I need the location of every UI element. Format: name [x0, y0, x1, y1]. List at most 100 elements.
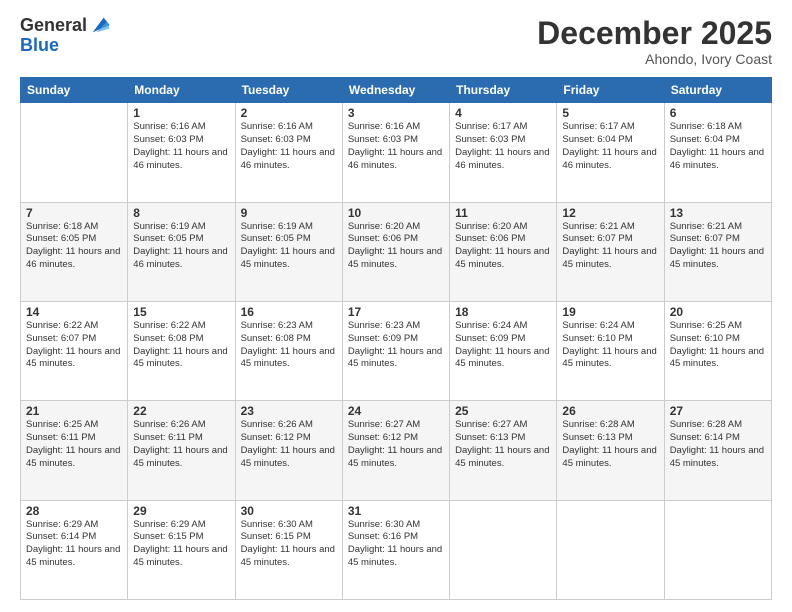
calendar-cell: 28Sunrise: 6:29 AM Sunset: 6:14 PM Dayli… — [21, 500, 128, 599]
day-info: Sunrise: 6:20 AM Sunset: 6:06 PM Dayligh… — [455, 221, 551, 272]
calendar-cell: 9Sunrise: 6:19 AM Sunset: 6:05 PM Daylig… — [235, 202, 342, 301]
day-number: 23 — [241, 404, 337, 418]
calendar-cell: 23Sunrise: 6:26 AM Sunset: 6:12 PM Dayli… — [235, 401, 342, 500]
logo-general: General — [20, 16, 87, 36]
calendar-cell — [450, 500, 557, 599]
calendar-header-cell: Saturday — [664, 78, 771, 103]
calendar-cell: 13Sunrise: 6:21 AM Sunset: 6:07 PM Dayli… — [664, 202, 771, 301]
calendar-header-cell: Monday — [128, 78, 235, 103]
calendar-cell: 24Sunrise: 6:27 AM Sunset: 6:12 PM Dayli… — [342, 401, 449, 500]
calendar-cell: 2Sunrise: 6:16 AM Sunset: 6:03 PM Daylig… — [235, 103, 342, 202]
day-number: 29 — [133, 504, 229, 518]
calendar-header-cell: Tuesday — [235, 78, 342, 103]
logo: General Blue — [20, 16, 111, 56]
calendar-cell: 11Sunrise: 6:20 AM Sunset: 6:06 PM Dayli… — [450, 202, 557, 301]
day-number: 18 — [455, 305, 551, 319]
day-number: 26 — [562, 404, 658, 418]
calendar-cell: 3Sunrise: 6:16 AM Sunset: 6:03 PM Daylig… — [342, 103, 449, 202]
location-subtitle: Ahondo, Ivory Coast — [537, 51, 772, 67]
day-number: 12 — [562, 206, 658, 220]
day-number: 7 — [26, 206, 122, 220]
day-info: Sunrise: 6:22 AM Sunset: 6:07 PM Dayligh… — [26, 320, 122, 371]
calendar-cell: 6Sunrise: 6:18 AM Sunset: 6:04 PM Daylig… — [664, 103, 771, 202]
calendar-header-cell: Thursday — [450, 78, 557, 103]
day-info: Sunrise: 6:16 AM Sunset: 6:03 PM Dayligh… — [133, 121, 229, 172]
day-info: Sunrise: 6:17 AM Sunset: 6:03 PM Dayligh… — [455, 121, 551, 172]
day-number: 30 — [241, 504, 337, 518]
day-info: Sunrise: 6:21 AM Sunset: 6:07 PM Dayligh… — [670, 221, 766, 272]
logo-text: General Blue — [20, 16, 87, 56]
day-number: 10 — [348, 206, 444, 220]
calendar-cell: 12Sunrise: 6:21 AM Sunset: 6:07 PM Dayli… — [557, 202, 664, 301]
day-number: 2 — [241, 106, 337, 120]
day-info: Sunrise: 6:23 AM Sunset: 6:09 PM Dayligh… — [348, 320, 444, 371]
calendar-week-row: 21Sunrise: 6:25 AM Sunset: 6:11 PM Dayli… — [21, 401, 772, 500]
calendar-header-cell: Wednesday — [342, 78, 449, 103]
calendar-week-row: 14Sunrise: 6:22 AM Sunset: 6:07 PM Dayli… — [21, 301, 772, 400]
day-number: 19 — [562, 305, 658, 319]
day-info: Sunrise: 6:19 AM Sunset: 6:05 PM Dayligh… — [133, 221, 229, 272]
day-info: Sunrise: 6:21 AM Sunset: 6:07 PM Dayligh… — [562, 221, 658, 272]
day-number: 27 — [670, 404, 766, 418]
calendar-header-cell: Friday — [557, 78, 664, 103]
day-info: Sunrise: 6:17 AM Sunset: 6:04 PM Dayligh… — [562, 121, 658, 172]
day-info: Sunrise: 6:30 AM Sunset: 6:16 PM Dayligh… — [348, 519, 444, 570]
day-number: 6 — [670, 106, 766, 120]
calendar-cell: 16Sunrise: 6:23 AM Sunset: 6:08 PM Dayli… — [235, 301, 342, 400]
header: General Blue December 2025 Ahondo, Ivory… — [20, 16, 772, 67]
day-number: 20 — [670, 305, 766, 319]
day-number: 24 — [348, 404, 444, 418]
calendar-cell: 21Sunrise: 6:25 AM Sunset: 6:11 PM Dayli… — [21, 401, 128, 500]
calendar-week-row: 7Sunrise: 6:18 AM Sunset: 6:05 PM Daylig… — [21, 202, 772, 301]
calendar-cell — [557, 500, 664, 599]
day-info: Sunrise: 6:20 AM Sunset: 6:06 PM Dayligh… — [348, 221, 444, 272]
day-number: 5 — [562, 106, 658, 120]
day-number: 13 — [670, 206, 766, 220]
day-number: 21 — [26, 404, 122, 418]
month-title: December 2025 — [537, 16, 772, 51]
calendar-table: SundayMondayTuesdayWednesdayThursdayFrid… — [20, 77, 772, 600]
day-info: Sunrise: 6:27 AM Sunset: 6:12 PM Dayligh… — [348, 419, 444, 470]
day-info: Sunrise: 6:28 AM Sunset: 6:14 PM Dayligh… — [670, 419, 766, 470]
day-info: Sunrise: 6:26 AM Sunset: 6:11 PM Dayligh… — [133, 419, 229, 470]
day-number: 16 — [241, 305, 337, 319]
day-info: Sunrise: 6:16 AM Sunset: 6:03 PM Dayligh… — [241, 121, 337, 172]
day-info: Sunrise: 6:25 AM Sunset: 6:11 PM Dayligh… — [26, 419, 122, 470]
calendar-cell: 1Sunrise: 6:16 AM Sunset: 6:03 PM Daylig… — [128, 103, 235, 202]
day-number: 3 — [348, 106, 444, 120]
calendar-cell: 10Sunrise: 6:20 AM Sunset: 6:06 PM Dayli… — [342, 202, 449, 301]
day-number: 14 — [26, 305, 122, 319]
day-number: 22 — [133, 404, 229, 418]
day-info: Sunrise: 6:25 AM Sunset: 6:10 PM Dayligh… — [670, 320, 766, 371]
calendar-cell: 14Sunrise: 6:22 AM Sunset: 6:07 PM Dayli… — [21, 301, 128, 400]
calendar-cell: 8Sunrise: 6:19 AM Sunset: 6:05 PM Daylig… — [128, 202, 235, 301]
calendar-week-row: 28Sunrise: 6:29 AM Sunset: 6:14 PM Dayli… — [21, 500, 772, 599]
day-info: Sunrise: 6:24 AM Sunset: 6:09 PM Dayligh… — [455, 320, 551, 371]
day-number: 11 — [455, 206, 551, 220]
day-number: 1 — [133, 106, 229, 120]
calendar-cell: 26Sunrise: 6:28 AM Sunset: 6:13 PM Dayli… — [557, 401, 664, 500]
logo-icon — [89, 14, 111, 36]
calendar-cell: 27Sunrise: 6:28 AM Sunset: 6:14 PM Dayli… — [664, 401, 771, 500]
title-block: December 2025 Ahondo, Ivory Coast — [537, 16, 772, 67]
day-info: Sunrise: 6:18 AM Sunset: 6:04 PM Dayligh… — [670, 121, 766, 172]
calendar-cell: 5Sunrise: 6:17 AM Sunset: 6:04 PM Daylig… — [557, 103, 664, 202]
calendar-cell: 25Sunrise: 6:27 AM Sunset: 6:13 PM Dayli… — [450, 401, 557, 500]
day-info: Sunrise: 6:18 AM Sunset: 6:05 PM Dayligh… — [26, 221, 122, 272]
day-number: 15 — [133, 305, 229, 319]
calendar-cell: 20Sunrise: 6:25 AM Sunset: 6:10 PM Dayli… — [664, 301, 771, 400]
calendar-header-row: SundayMondayTuesdayWednesdayThursdayFrid… — [21, 78, 772, 103]
day-info: Sunrise: 6:22 AM Sunset: 6:08 PM Dayligh… — [133, 320, 229, 371]
calendar-cell: 19Sunrise: 6:24 AM Sunset: 6:10 PM Dayli… — [557, 301, 664, 400]
day-number: 8 — [133, 206, 229, 220]
calendar-cell: 4Sunrise: 6:17 AM Sunset: 6:03 PM Daylig… — [450, 103, 557, 202]
calendar-cell: 18Sunrise: 6:24 AM Sunset: 6:09 PM Dayli… — [450, 301, 557, 400]
day-number: 9 — [241, 206, 337, 220]
calendar-cell: 31Sunrise: 6:30 AM Sunset: 6:16 PM Dayli… — [342, 500, 449, 599]
day-info: Sunrise: 6:29 AM Sunset: 6:15 PM Dayligh… — [133, 519, 229, 570]
logo-blue: Blue — [20, 36, 87, 56]
calendar-cell — [21, 103, 128, 202]
day-info: Sunrise: 6:26 AM Sunset: 6:12 PM Dayligh… — [241, 419, 337, 470]
calendar-cell: 7Sunrise: 6:18 AM Sunset: 6:05 PM Daylig… — [21, 202, 128, 301]
calendar-week-row: 1Sunrise: 6:16 AM Sunset: 6:03 PM Daylig… — [21, 103, 772, 202]
